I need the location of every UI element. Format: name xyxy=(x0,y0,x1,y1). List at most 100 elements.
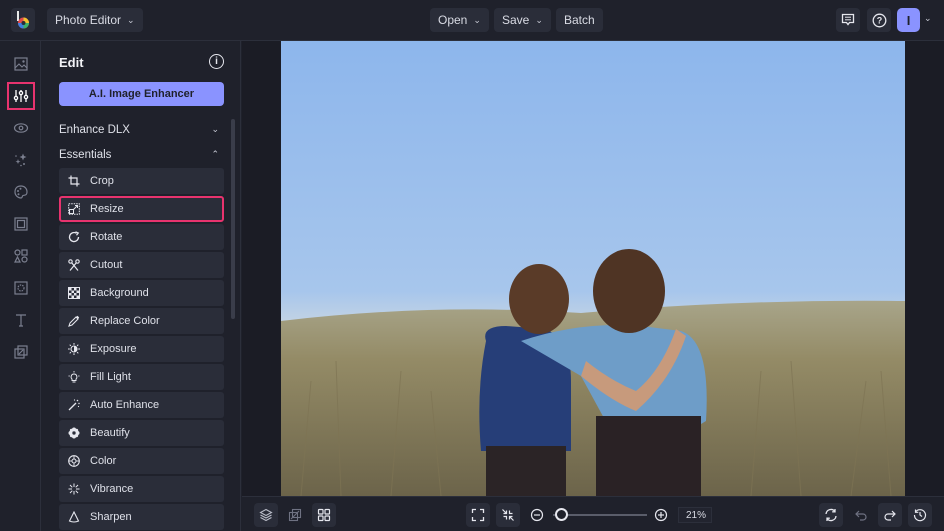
rail-text[interactable] xyxy=(7,306,35,334)
open-label: Open xyxy=(438,13,468,27)
rail-frames[interactable] xyxy=(7,210,35,238)
feedback-button[interactable] xyxy=(836,8,860,32)
rail-overlays[interactable] xyxy=(7,338,35,366)
zoom-out-button[interactable] xyxy=(525,503,549,527)
tool-crop[interactable]: Crop xyxy=(59,168,224,194)
open-button[interactable]: Open ⌄ xyxy=(430,8,489,32)
redo-button[interactable] xyxy=(878,503,902,527)
tool-cutout[interactable]: Cutout xyxy=(59,252,224,278)
account-chevron-down-icon[interactable]: ⌄ xyxy=(924,13,932,24)
zoom-in-button[interactable] xyxy=(649,503,673,527)
chevron-down-icon: ⌄ xyxy=(535,14,543,25)
user-avatar[interactable]: I xyxy=(897,8,920,32)
tool-label: Exposure xyxy=(90,343,137,355)
text-icon xyxy=(16,314,26,327)
rail-image[interactable] xyxy=(7,50,35,78)
zoom-out-icon xyxy=(530,508,544,522)
shapes-icon xyxy=(14,249,28,263)
palette-icon xyxy=(14,185,28,199)
compare-button[interactable] xyxy=(283,503,307,527)
tool-color[interactable]: Color xyxy=(59,448,224,474)
tool-resize[interactable]: Resize xyxy=(59,196,224,222)
save-button[interactable]: Save ⌄ xyxy=(494,8,551,32)
layers-icon xyxy=(259,508,273,522)
tool-label: Sharpen xyxy=(90,511,132,523)
ai-image-enhancer-button[interactable]: A.I. Image Enhancer xyxy=(59,82,224,106)
zoom-slider-handle[interactable] xyxy=(554,508,568,521)
chevron-down-icon: ⌄ xyxy=(211,124,219,134)
tool-beautify[interactable]: Beautify xyxy=(59,420,224,446)
scissors-icon xyxy=(68,259,80,271)
rail-edit[interactable] xyxy=(7,82,35,110)
tool-label: Rotate xyxy=(90,231,123,243)
chevron-up-icon: ⌃ xyxy=(211,149,219,159)
vibrance-icon xyxy=(68,483,80,495)
texture-icon xyxy=(14,281,28,295)
save-label: Save xyxy=(502,13,530,27)
exposure-icon xyxy=(68,343,80,355)
tool-auto-enhance[interactable]: Auto Enhance xyxy=(59,392,224,418)
overlay-icon xyxy=(14,345,28,359)
tool-replace-color[interactable]: Replace Color xyxy=(59,308,224,334)
section-essentials[interactable]: Essentials ⌃ xyxy=(59,149,219,161)
sparkles-icon xyxy=(15,153,27,167)
tool-label: Crop xyxy=(90,175,114,187)
fit-screen-button[interactable] xyxy=(466,503,490,527)
tool-rail xyxy=(0,41,41,531)
photo-image xyxy=(281,41,905,496)
panel-title: Edit xyxy=(59,55,84,70)
crop-icon xyxy=(68,175,80,187)
redo-icon xyxy=(884,510,896,521)
tool-label: Resize xyxy=(90,203,124,215)
actual-size-button[interactable] xyxy=(496,503,520,527)
section-label: Essentials xyxy=(59,149,112,161)
section-enhance-dlx[interactable]: Enhance DLX ⌄ xyxy=(59,124,219,136)
rail-touchup[interactable] xyxy=(7,146,35,174)
tool-sharpen[interactable]: Sharpen xyxy=(59,504,224,530)
svg-text:?: ? xyxy=(876,15,882,25)
tool-exposure[interactable]: Exposure xyxy=(59,336,224,362)
tool-fill-light[interactable]: Fill Light xyxy=(59,364,224,390)
batch-label: Batch xyxy=(564,13,595,27)
batch-button[interactable]: Batch xyxy=(556,8,603,32)
rail-textures[interactable] xyxy=(7,274,35,302)
tool-background[interactable]: Background xyxy=(59,280,224,306)
history-button[interactable] xyxy=(908,503,932,527)
undo-icon xyxy=(855,510,867,521)
bottom-toolbar: 21% xyxy=(242,496,944,531)
compare-icon xyxy=(288,508,302,522)
eyedropper-icon xyxy=(68,315,80,327)
grid-icon xyxy=(317,508,331,522)
rail-effects[interactable] xyxy=(7,114,35,142)
expand-icon xyxy=(471,508,485,522)
rail-graphics[interactable] xyxy=(7,242,35,270)
tool-vibrance[interactable]: Vibrance xyxy=(59,476,224,502)
info-icon[interactable]: i xyxy=(209,54,224,69)
sliders-icon xyxy=(13,90,29,102)
sharpen-icon xyxy=(68,511,80,523)
reset-button[interactable] xyxy=(819,503,843,527)
section-label: Enhance DLX xyxy=(59,124,130,136)
refresh-icon xyxy=(825,508,837,522)
rail-artsy[interactable] xyxy=(7,178,35,206)
panel-scrollbar[interactable] xyxy=(231,119,235,319)
image-icon xyxy=(14,57,28,71)
zoom-level-field[interactable]: 21% xyxy=(678,507,712,523)
photo[interactable] xyxy=(281,41,905,496)
grid-view-button[interactable] xyxy=(312,503,336,527)
tool-label: Replace Color xyxy=(90,315,160,327)
magic-wand-icon xyxy=(68,399,80,411)
logo-icon xyxy=(17,11,29,29)
undo-button[interactable] xyxy=(849,503,873,527)
history-icon xyxy=(913,509,927,522)
help-button[interactable]: ? xyxy=(867,8,891,32)
tool-rotate[interactable]: Rotate xyxy=(59,224,224,250)
shrink-icon xyxy=(502,509,514,521)
photo-editor-menu[interactable]: Photo Editor ⌄ xyxy=(47,8,143,32)
flower-icon xyxy=(68,427,80,439)
checker-icon xyxy=(68,287,80,299)
frame-icon xyxy=(14,217,28,231)
layers-button[interactable] xyxy=(254,503,278,527)
app-logo[interactable] xyxy=(11,8,35,32)
bulb-icon xyxy=(68,371,80,383)
